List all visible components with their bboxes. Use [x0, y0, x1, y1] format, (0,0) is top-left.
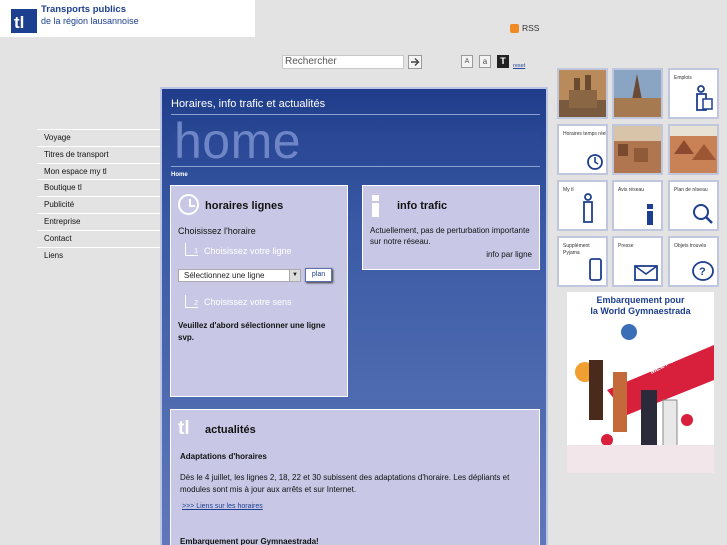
ad-title-line2: la World Gymnaestrada	[590, 306, 691, 316]
news-2-title: Embarquement pour Gymnaestrada!	[180, 537, 319, 545]
info-trafic-text: Actuellement, pas de perturbation import…	[370, 226, 530, 246]
font-size-reset-link[interactable]: reset	[513, 63, 525, 69]
font-size-medium-button[interactable]: a	[479, 55, 491, 68]
horaires-intro: Choisissez l'horaire	[178, 226, 256, 236]
nav-item-liens[interactable]: Liens	[37, 246, 161, 264]
envelope-icon	[634, 265, 658, 281]
actualites-panel: tl actualités Adaptations d'horaires Dès…	[170, 409, 540, 545]
rss-icon	[510, 24, 519, 33]
gymnaestrada-ad[interactable]: Embarquement pour la World Gymnaestrada …	[567, 292, 714, 473]
nav-item-boutique[interactable]: Boutique tl	[37, 179, 161, 196]
news-link[interactable]: >>> Liens sur les horaires	[182, 503, 263, 510]
brand-title: Transports publics	[41, 4, 126, 15]
tl-logo-white: tl	[178, 418, 190, 437]
tile-church-tower[interactable]	[612, 68, 663, 119]
tile-rooftops[interactable]	[668, 124, 719, 175]
actualites-heading: actualités	[205, 424, 256, 436]
step-2-label: Choisissez votre sens	[204, 297, 292, 307]
nav-item-mon-espace[interactable]: Mon espace my tl	[37, 162, 161, 180]
phone-icon	[589, 258, 602, 281]
info-trafic-heading: info trafic	[397, 200, 448, 212]
clock-icon	[178, 194, 199, 215]
info-par-ligne-link[interactable]: info par ligne	[486, 250, 532, 259]
arrow-right-icon	[411, 58, 420, 66]
question-bubble-icon: ?	[692, 261, 714, 281]
line-select[interactable]: Sélectionnez une ligne ▼	[178, 269, 301, 282]
header: tl Transports publics de la région lausa…	[0, 0, 727, 37]
select-line-warning: Veuillez d'abord sélectionner une ligne …	[178, 321, 326, 342]
step-1-label: Choisissez votre ligne	[204, 246, 292, 256]
search-submit-button[interactable]	[408, 55, 422, 69]
font-size-large-button[interactable]: T	[497, 55, 509, 68]
tile-plan-de-reseau[interactable]: Plan de réseau	[668, 180, 719, 231]
main-content: Horaires, info trafic et actualités home…	[160, 87, 548, 545]
font-size-small-button[interactable]: A	[461, 55, 473, 68]
ad-illustration	[567, 324, 714, 473]
horaires-panel: horaires lignes Choisissez l'horaire 1 C…	[170, 185, 348, 397]
brand-subtitle: de la région lausannoise	[41, 16, 139, 26]
rooftops-photo	[670, 126, 717, 173]
plan-button[interactable]: plan	[305, 268, 332, 282]
search-input[interactable]: Rechercher	[282, 55, 404, 69]
tile-objets-trouves[interactable]: Objets trouvés ?	[668, 236, 719, 287]
clock-icon	[587, 154, 603, 170]
magnifier-icon	[693, 204, 713, 224]
svg-text:tl: tl	[14, 13, 24, 32]
tile-avis-reseau[interactable]: Avis réseau	[612, 180, 663, 231]
breadcrumb[interactable]: Home	[171, 172, 188, 178]
page-title: Horaires, info trafic et actualités	[171, 98, 326, 110]
tile-cathedral[interactable]	[557, 68, 608, 119]
news-body: Dès le 4 juillet, les lignes 2, 18, 22 e…	[180, 473, 510, 494]
tile-horaires-temps-reel[interactable]: Horaires temps réel	[557, 124, 608, 175]
tl-logo[interactable]: tl Transports publics de la région lausa…	[0, 0, 255, 37]
chevron-down-icon: ▼	[289, 270, 300, 281]
person-id-icon	[696, 85, 713, 111]
rss-link[interactable]: RSS	[510, 23, 542, 35]
svg-text:?: ?	[699, 266, 706, 278]
tile-supplement-pyjama[interactable]: Supplément Pyjama	[557, 236, 608, 287]
nav-item-contact[interactable]: Contact	[37, 229, 161, 247]
left-nav: Voyage Titres de transport Mon espace my…	[37, 129, 161, 263]
info-icon	[647, 204, 653, 225]
nav-item-entreprise[interactable]: Entreprise	[37, 212, 161, 230]
tile-city[interactable]	[612, 124, 663, 175]
city-photo	[614, 126, 661, 173]
nav-item-publicite[interactable]: Publicité	[37, 196, 161, 213]
step-2-marker: 2	[185, 295, 198, 308]
tile-emplois[interactable]: Emplois	[668, 68, 719, 119]
nav-item-voyage[interactable]: Voyage	[37, 129, 161, 146]
info-trafic-panel: info trafic Actuellement, pas de perturb…	[362, 185, 540, 270]
tl-logo-mark: tl	[11, 9, 37, 33]
line-select-value: Sélectionnez une ligne	[184, 271, 265, 280]
home-banner-word: home	[174, 113, 302, 169]
cathedral-photo	[559, 70, 606, 117]
step-1-marker: 1	[185, 243, 198, 256]
rss-label: RSS	[522, 23, 540, 33]
tile-presse[interactable]: Presse	[612, 236, 663, 287]
church-tower-photo	[614, 70, 661, 117]
nav-item-titres-de-transport[interactable]: Titres de transport	[37, 145, 161, 163]
divider	[171, 166, 540, 167]
person-badge-icon	[583, 193, 593, 223]
news-title: Adaptations d'horaires	[180, 452, 267, 461]
info-icon	[371, 195, 381, 217]
ad-title-line1: Embarquement pour	[596, 295, 685, 305]
horaires-heading: horaires lignes	[205, 200, 284, 212]
tile-my-tl[interactable]: My tl	[557, 180, 608, 231]
svg-text:tl: tl	[178, 418, 190, 437]
